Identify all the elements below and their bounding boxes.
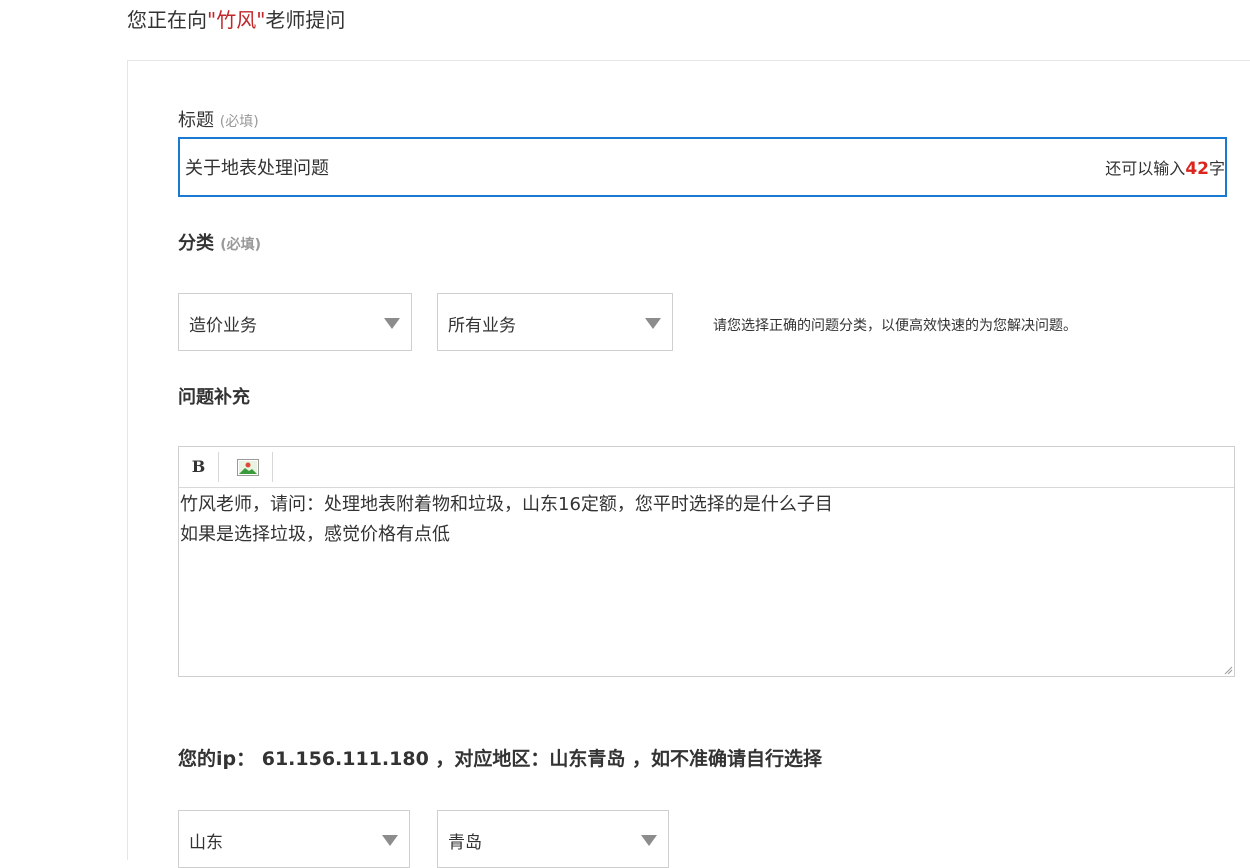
teacher-name: "竹风" bbox=[207, 8, 266, 32]
category-hint: 请您选择正确的问题分类，以便高效快速的为您解决问题。 bbox=[713, 318, 1077, 334]
title-label: 标题 (必填) bbox=[178, 110, 259, 131]
city-select[interactable]: 青岛 bbox=[437, 810, 669, 868]
title-suffix: 老师提问 bbox=[265, 8, 346, 32]
supplement-label: 问题补充 bbox=[178, 387, 250, 408]
dropdown-arrow-icon bbox=[384, 318, 400, 329]
city-select-value: 青岛 bbox=[448, 833, 482, 853]
ip-location-text: 您的ip： 61.156.111.180 ，对应地区：山东青岛 ，如不准确请自行… bbox=[178, 748, 823, 770]
required-tag: (必填) bbox=[219, 114, 259, 130]
category-label: 分类 (必填) bbox=[178, 233, 262, 254]
category-select-secondary-value: 所有业务 bbox=[448, 316, 516, 336]
dropdown-arrow-icon bbox=[641, 835, 657, 846]
province-select-value: 山东 bbox=[189, 833, 223, 853]
dropdown-arrow-icon bbox=[645, 318, 661, 329]
page-title: 您正在向"竹风"老师提问 bbox=[127, 6, 345, 34]
title-input-box[interactable]: 还可以输入42字 bbox=[178, 137, 1227, 197]
image-icon bbox=[237, 459, 259, 476]
province-select[interactable]: 山东 bbox=[178, 810, 410, 868]
dropdown-arrow-icon bbox=[382, 835, 398, 846]
editor-line: 竹风老师，请问：处理地表附着物和垃圾，山东16定额，您平时选择的是什么子目 bbox=[180, 494, 833, 515]
required-tag: (必填) bbox=[220, 237, 262, 253]
char-counter: 还可以输入42字 bbox=[1105, 159, 1225, 179]
rich-text-editor[interactable]: B 竹风老师，请问：处理地表附着物和垃圾，山东16定额，您平时选择的是什么子目 … bbox=[178, 446, 1235, 677]
editor-content[interactable]: 竹风老师，请问：处理地表附着物和垃圾，山东16定额，您平时选择的是什么子目 如果… bbox=[179, 488, 1234, 676]
resize-grip-icon[interactable] bbox=[1223, 665, 1233, 675]
title-prefix: 您正在向 bbox=[127, 8, 207, 32]
editor-toolbar: B bbox=[179, 447, 1234, 488]
category-select-secondary[interactable]: 所有业务 bbox=[437, 293, 673, 351]
char-counter-number: 42 bbox=[1185, 159, 1209, 179]
insert-image-button[interactable] bbox=[219, 452, 273, 482]
category-select-primary[interactable]: 造价业务 bbox=[178, 293, 412, 351]
title-input[interactable] bbox=[185, 139, 1085, 195]
category-select-primary-value: 造价业务 bbox=[189, 316, 257, 336]
editor-line: 如果是选择垃圾，感觉价格有点低 bbox=[180, 524, 450, 545]
bold-button[interactable]: B bbox=[179, 452, 219, 482]
